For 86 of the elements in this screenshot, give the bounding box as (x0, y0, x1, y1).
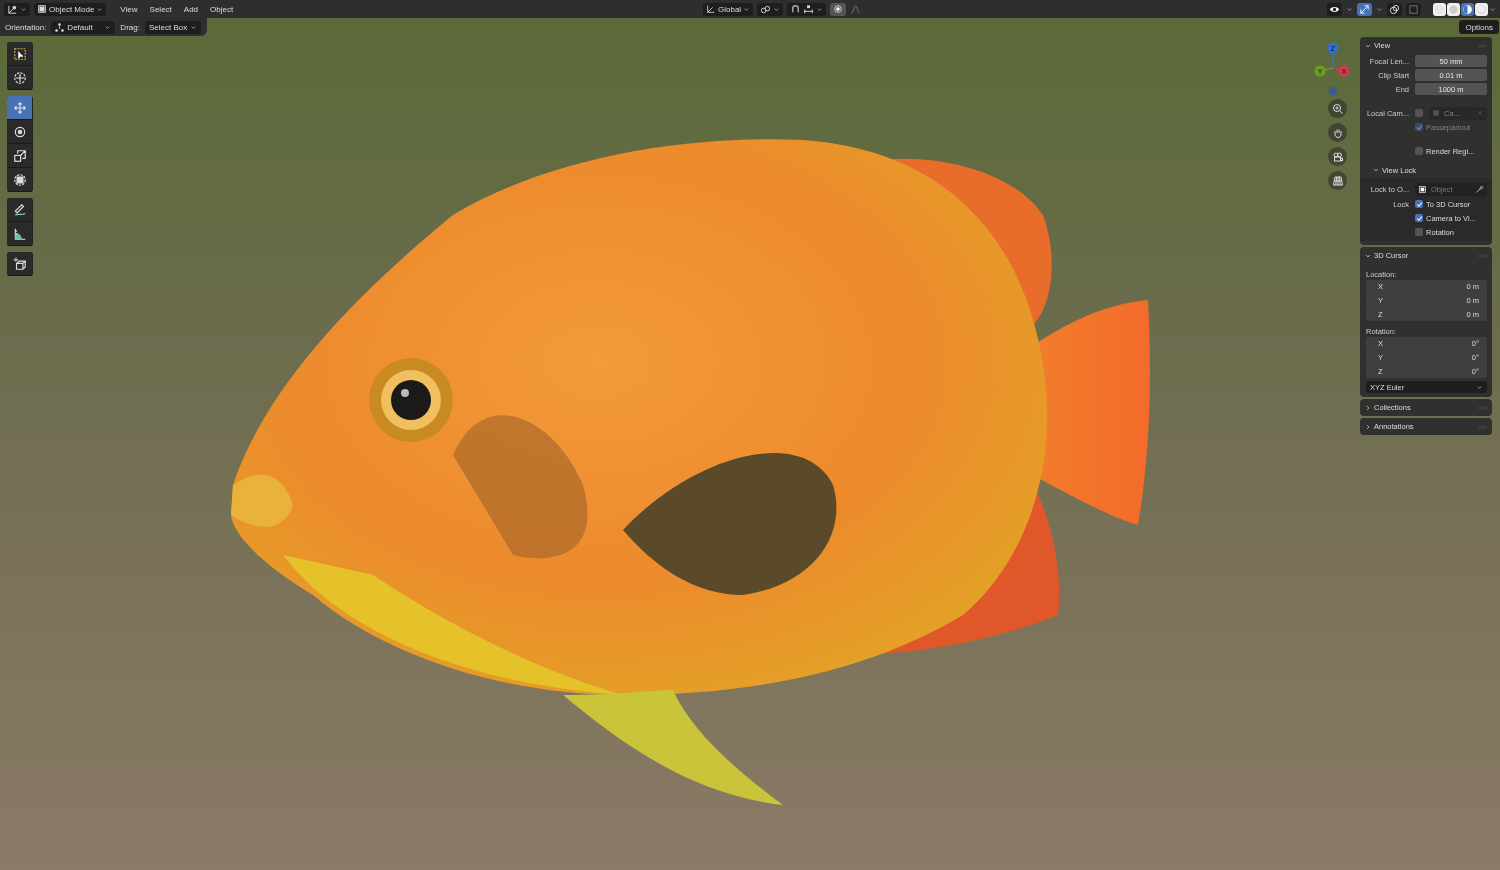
select-box-tool[interactable] (7, 42, 32, 66)
move-tool[interactable] (7, 96, 32, 120)
ring-sphere-shading-button[interactable] (1475, 2, 1488, 16)
check-icon (1415, 123, 1423, 131)
object-icon (1432, 109, 1440, 117)
snap-target-icon (803, 3, 815, 15)
checkbox[interactable] (1415, 147, 1423, 155)
caret-icon (816, 5, 824, 13)
arrows-toggle[interactable] (1357, 2, 1372, 16)
checkbox[interactable] (1415, 200, 1423, 208)
dot-icon (833, 4, 844, 14)
link-icon (760, 3, 772, 15)
wireframe-sphere-shading-button[interactable] (1433, 2, 1446, 16)
wireframe-sphere-icon (1434, 3, 1445, 15)
chevron-icon (1364, 403, 1372, 412)
pivot-button[interactable] (757, 2, 784, 16)
caret-icon (773, 5, 781, 13)
select-box-icon (12, 46, 27, 61)
editor-type-button[interactable] (4, 2, 30, 16)
eyedropper-icon[interactable] (1475, 184, 1484, 194)
ruler-icon (12, 226, 27, 241)
rotate-icon (12, 124, 27, 139)
object-icon (1418, 184, 1427, 194)
square-icon (1408, 3, 1419, 15)
pencil-icon (12, 202, 27, 217)
menu-item[interactable]: Object (206, 4, 238, 14)
arrows-icon (1359, 3, 1370, 15)
grid-icon (1331, 174, 1344, 187)
magnifier-icon (1331, 102, 1344, 115)
camera-view-button[interactable] (1328, 147, 1347, 166)
menu-item[interactable]: Add (179, 4, 203, 14)
drag-dropdown[interactable]: Select Box (144, 20, 202, 34)
field-label: Orientation: (5, 22, 47, 32)
checkbox[interactable] (1415, 228, 1423, 236)
cursor-tool[interactable] (7, 66, 32, 90)
caret-icon[interactable] (1346, 5, 1353, 13)
object-icon (37, 4, 47, 14)
half-sphere-icon (1462, 3, 1473, 15)
rotate-tool[interactable] (7, 120, 32, 144)
orientation-dropdown[interactable]: Default (51, 20, 116, 34)
ring-sphere-icon (1476, 3, 1487, 15)
solid-sphere-icon (1448, 3, 1459, 15)
magnet-icon (790, 3, 802, 15)
caret-icon (190, 23, 198, 31)
scale-icon (12, 148, 27, 163)
caret-icon[interactable] (1376, 5, 1383, 13)
caret-icon (743, 5, 751, 13)
pencil-tool[interactable] (7, 198, 32, 222)
perspective-button[interactable] (1328, 171, 1347, 190)
snap-button[interactable] (787, 2, 827, 16)
camera-icon (1331, 150, 1344, 163)
move-icon (12, 100, 27, 115)
caret-icon (1476, 383, 1483, 391)
orientation-dropdown[interactable]: Global (703, 2, 754, 16)
solid-sphere-shading-button[interactable] (1447, 2, 1460, 16)
chevron-icon (1372, 166, 1380, 174)
field-label: Drag: (120, 22, 140, 32)
caret-icon[interactable] (1489, 5, 1496, 13)
menu-item[interactable]: Select (145, 4, 176, 14)
checkbox[interactable] (1415, 214, 1423, 222)
add-cube-tool[interactable] (7, 252, 32, 276)
half-sphere-shading-button[interactable] (1461, 2, 1474, 16)
menu-item[interactable]: View (116, 4, 142, 14)
proportional-edit-button[interactable] (830, 2, 847, 16)
square-toggle[interactable] (1406, 2, 1421, 16)
checkbox[interactable] (1415, 109, 1423, 117)
scale-tool[interactable] (7, 144, 32, 168)
mode-dropdown[interactable]: Object Mode (34, 2, 107, 16)
chevron-icon (1364, 422, 1372, 431)
add-cube-icon (12, 256, 27, 271)
transform-icon (12, 172, 27, 187)
eye-toggle[interactable] (1327, 2, 1342, 16)
axes-icon (706, 4, 716, 14)
caret-icon (96, 5, 104, 13)
caret-icon (104, 23, 112, 31)
pan-button[interactable] (1328, 123, 1347, 142)
cursor-icon (12, 70, 27, 85)
pivot-icon (55, 22, 65, 32)
caret-icon (20, 5, 27, 13)
ruler-tool[interactable] (7, 222, 32, 246)
options-button[interactable]: Options (1459, 20, 1499, 34)
overlapping-circles-icon (1389, 3, 1400, 15)
axes-icon (7, 3, 18, 15)
overlapping-circles-toggle[interactable] (1387, 2, 1402, 16)
zoom-button[interactable] (1328, 99, 1347, 118)
transform-tool[interactable] (7, 168, 32, 192)
